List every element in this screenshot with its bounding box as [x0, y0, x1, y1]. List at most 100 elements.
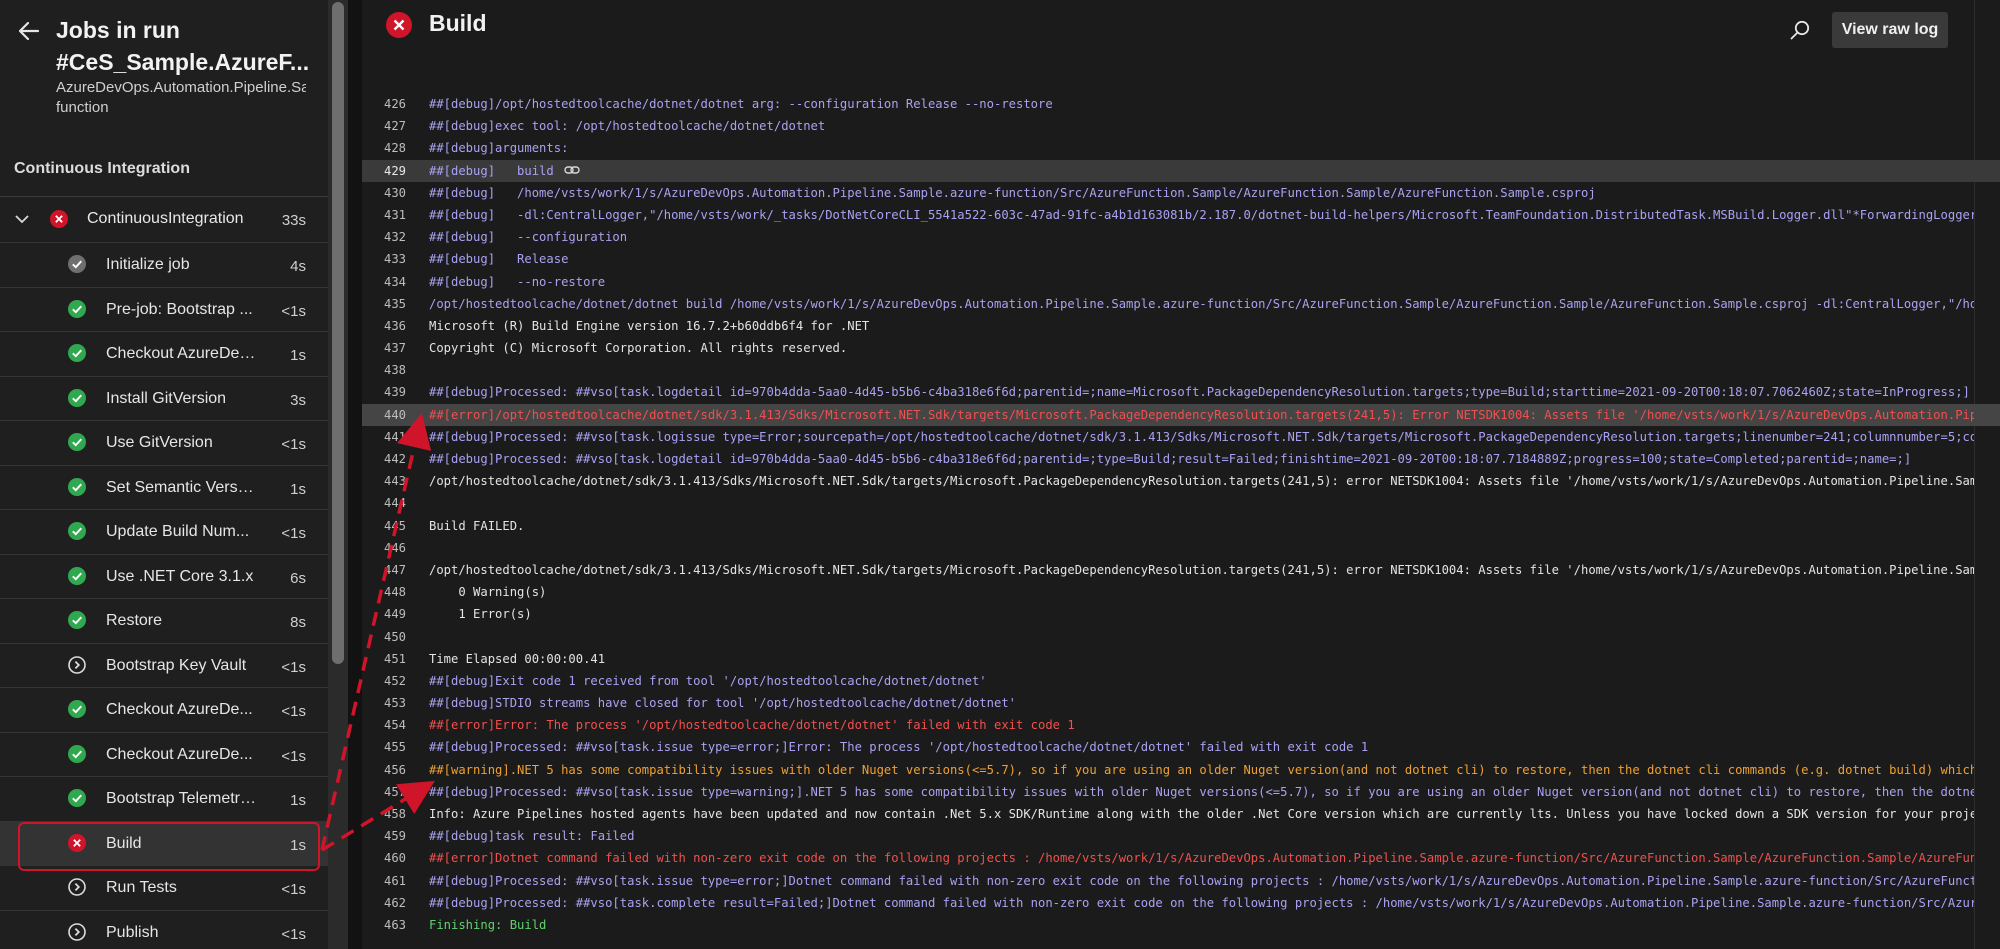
- log-line[interactable]: 461 ##[debug]Processed: ##vso[task.issue …: [362, 870, 2000, 892]
- log-line[interactable]: 456 ##[warning].NET 5 has some compatibil…: [362, 759, 2000, 781]
- log-line[interactable]: 440 ##[error]/opt/hostedtoolcache/dotnet/…: [362, 403, 2000, 426]
- job-row[interactable]: Restore 8s: [0, 598, 328, 642]
- log-line[interactable]: 454 ##[error]Error: The process '/opt/hos…: [362, 714, 2000, 736]
- job-row[interactable]: Pre-job: Bootstrap ... <1s: [0, 286, 328, 331]
- job-label: Bootstrap Key Vault: [106, 656, 247, 674]
- log-line[interactable]: 455 ##[debug]Processed: ##vso[task.issue …: [362, 736, 2000, 758]
- link-icon[interactable]: [564, 161, 580, 174]
- log-line-number: 437: [383, 341, 406, 356]
- log-line[interactable]: 437 Copyright (C) Microsoft Corporation. …: [362, 337, 2000, 359]
- log-line-content: ##[debug]Processed: ##vso[task.issue typ…: [429, 873, 1974, 888]
- log-line-number: 460: [383, 851, 406, 866]
- log-line-content: ##[debug] --configuration: [429, 230, 628, 245]
- log-line-text: ##[error]Error: The process '/opt/hosted…: [429, 714, 1974, 736]
- run-title-line2: #CeS_Sample.AzureF...: [56, 49, 310, 75]
- log-line[interactable]: 445 Build FAILED.: [362, 515, 2000, 537]
- job-row[interactable]: Checkout AzureDe... <1s: [0, 687, 328, 731]
- log-line[interactable]: 432 ##[debug] --configuration: [362, 226, 2000, 248]
- log-line-number: 463: [383, 917, 406, 932]
- job-row[interactable]: Bootstrap Telemetry ... 1s: [0, 776, 328, 820]
- job-row[interactable]: Install GitVersion 3s: [0, 375, 328, 420]
- log-line[interactable]: 426 ##[debug]/opt/hostedtoolcache/dotnet/…: [362, 93, 2000, 115]
- log-line[interactable]: 439 ##[debug]Processed: ##vso[task.logdet…: [362, 381, 2000, 403]
- job-row[interactable]: Use .NET Core 3.1.x 6s: [0, 553, 328, 598]
- job-row[interactable]: Run Tests <1s: [0, 865, 328, 909]
- error-circle-icon: [386, 12, 412, 38]
- job-duration: 6s: [290, 569, 306, 587]
- log-line-number: 438: [383, 363, 406, 378]
- log-line[interactable]: 429 ##[debug] build: [362, 159, 2000, 182]
- log-line[interactable]: 453 ##[debug]STDIO streams have closed fo…: [362, 692, 2000, 714]
- log-line[interactable]: 428 ##[debug]arguments:: [362, 137, 2000, 159]
- job-row[interactable]: Use GitVersion <1s: [0, 420, 328, 464]
- log-line-text: 1 Error(s): [429, 603, 1974, 625]
- log-line-text: Copyright (C) Microsoft Corporation. All…: [429, 337, 1974, 359]
- job-label: Install GitVersion: [106, 389, 227, 407]
- log-line[interactable]: 463 Finishing: Build: [362, 914, 2000, 936]
- job-label: Run Tests: [106, 879, 177, 896]
- log-line-content: ##[debug]Exit code 1 received from tool …: [429, 673, 987, 688]
- log-line[interactable]: 450: [362, 626, 2000, 648]
- log-line[interactable]: 444: [362, 492, 2000, 514]
- log-line-number: 455: [383, 740, 406, 755]
- job-row[interactable]: Build 1s: [0, 820, 328, 865]
- log-line[interactable]: 457 ##[debug]Processed: ##vso[task.issue …: [362, 781, 2000, 803]
- log-line[interactable]: 427 ##[debug]exec tool: /opt/hostedtoolca…: [362, 115, 2000, 137]
- log-line-number: 440: [383, 407, 406, 422]
- log-line[interactable]: 441 ##[debug]Processed: ##vso[task.logiss…: [362, 426, 2000, 448]
- log-line-number: 441: [383, 429, 406, 444]
- log-line-content: ##[debug] /home/vsts/work/1/s/AzureDevOp…: [429, 185, 1596, 200]
- log-line-number: 446: [383, 540, 406, 555]
- log-line-text: ##[debug] Release: [429, 248, 1974, 270]
- log-line-text: ##[debug]STDIO streams have closed for t…: [429, 692, 1974, 714]
- log-line[interactable]: 460 ##[error]Dotnet command failed with n…: [362, 847, 2000, 869]
- log-line-number: 452: [383, 673, 406, 688]
- log-line-content: ##[debug]Processed: ##vso[task.logdetail…: [429, 452, 1912, 466]
- log-line-content: ##[error]Error: The process '/opt/hosted…: [429, 718, 1075, 733]
- log-line[interactable]: 446: [362, 537, 2000, 559]
- log-line[interactable]: 431 ##[debug] -dl:CentralLogger,"/home/vs…: [362, 204, 2000, 226]
- view-raw-log-button[interactable]: View raw log: [1832, 12, 1948, 48]
- log-line[interactable]: 436 Microsoft (R) Build Engine version 16…: [362, 315, 2000, 337]
- log-line-text: ##[debug]Processed: ##vso[task.issue typ…: [429, 781, 1974, 803]
- skip-circle-icon: [68, 922, 86, 941]
- chevron-down-icon[interactable]: [14, 211, 30, 227]
- log-line[interactable]: 430 ##[debug] /home/vsts/work/1/s/AzureDe…: [362, 182, 2000, 204]
- job-label: Update Build Num...: [106, 523, 250, 540]
- log-line[interactable]: 442 ##[debug]Processed: ##vso[task.logdet…: [362, 448, 2000, 470]
- job-row[interactable]: Bootstrap Key Vault <1s: [0, 642, 328, 687]
- log-line-number: 444: [383, 496, 406, 511]
- back-arrow-icon[interactable]: [16, 18, 42, 44]
- log-line[interactable]: 438: [362, 359, 2000, 381]
- sidebar-scrollbar[interactable]: [328, 0, 348, 949]
- log-line-number: 427: [383, 119, 406, 134]
- log-line-content: ##[error]Dotnet command failed with non-…: [429, 851, 1974, 866]
- log-line[interactable]: 434 ##[debug] --no-restore: [362, 271, 2000, 293]
- stage-continuous-integration[interactable]: ContinuousIntegration 33s: [0, 197, 328, 242]
- log-line[interactable]: 462 ##[debug]Processed: ##vso[task.comple…: [362, 892, 2000, 914]
- log-line[interactable]: 449 1 Error(s): [362, 603, 2000, 625]
- job-row[interactable]: Checkout AzureDe... <1s: [0, 731, 328, 776]
- log-line[interactable]: 458 Info: Azure Pipelines hosted agents h…: [362, 803, 2000, 825]
- job-row[interactable]: Update Build Num... <1s: [0, 509, 328, 553]
- log-line[interactable]: 448 0 Warning(s): [362, 581, 2000, 603]
- log-line[interactable]: 451 Time Elapsed 00:00:00.41: [362, 648, 2000, 670]
- log-line[interactable]: 443/opt/hostedtoolcache/dotnet/sdk/3.1.4…: [362, 470, 2000, 492]
- job-row[interactable]: Checkout AzureDev... 1s: [0, 331, 328, 375]
- log-line[interactable]: 433 ##[debug] Release: [362, 248, 2000, 270]
- job-row[interactable]: Publish <1s: [0, 909, 328, 949]
- log-line-text: ##[debug] build: [429, 160, 1974, 182]
- log-line[interactable]: 447/opt/hostedtoolcache/dotnet/sdk/3.1.4…: [362, 559, 2000, 581]
- job-row[interactable]: Initialize job 4s: [0, 242, 328, 286]
- scrollbar-thumb[interactable]: [332, 2, 344, 664]
- log-line[interactable]: 452 ##[debug]Exit code 1 received from to…: [362, 670, 2000, 692]
- log-line[interactable]: 459 ##[debug]task result: Failed: [362, 825, 2000, 847]
- log-line-text: ##[debug]task result: Failed: [429, 825, 1974, 847]
- job-row[interactable]: Set Semantic Version 1s: [0, 464, 328, 509]
- log-line[interactable]: 435/opt/hostedtoolcache/dotnet/dotnet bu…: [362, 293, 2000, 315]
- log-line-number: 447: [383, 562, 406, 577]
- log-line-number: 426: [383, 97, 406, 111]
- log-line-number: 457: [383, 784, 406, 799]
- search-icon[interactable]: [1788, 18, 1812, 42]
- log-output: 426 ##[debug]/opt/hostedtoolcache/dotnet/…: [362, 93, 2000, 936]
